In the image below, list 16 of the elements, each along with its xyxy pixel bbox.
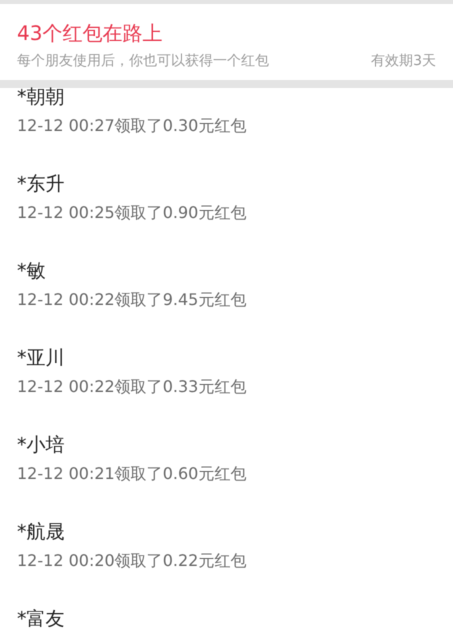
user-name: *小培 (17, 434, 64, 456)
claim-detail: 12-12 00:22领取了9.45元红包 (17, 289, 246, 311)
claim-detail: 12-12 00:21领取了0.60元红包 (17, 463, 246, 485)
user-name: *富友 (17, 608, 64, 629)
user-name: *东升 (17, 173, 64, 195)
header-title: 43个红包在路上 (17, 20, 162, 46)
claim-detail: 12-12 00:25领取了0.90元红包 (17, 202, 246, 224)
claim-detail: 12-12 00:20领取了0.22元红包 (17, 550, 246, 572)
user-name: *航晟 (17, 521, 64, 543)
user-name: *亚川 (17, 347, 64, 369)
header-subtitle: 每个朋友使用后，你也可以获得一个红包 (17, 52, 269, 70)
claim-detail: 12-12 00:22领取了0.33元红包 (17, 376, 246, 398)
claim-detail: 12-12 00:27领取了0.30元红包 (17, 115, 246, 137)
validity-text: 有效期3天 (371, 52, 436, 70)
user-name: *朝朝 (17, 86, 64, 108)
user-name: *敏 (17, 260, 46, 282)
